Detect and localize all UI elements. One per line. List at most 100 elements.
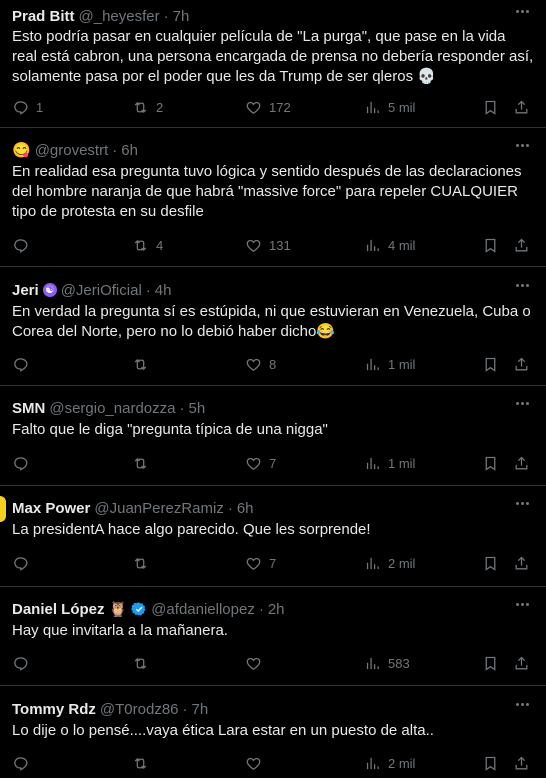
- user-handle[interactable]: @JuanPerezRamiz: [94, 500, 223, 517]
- share-button[interactable]: [513, 655, 530, 672]
- like-button[interactable]: 7: [245, 555, 276, 572]
- user-handle[interactable]: @JeriOficial: [61, 282, 142, 299]
- bookmark-button[interactable]: [482, 655, 499, 672]
- display-name[interactable]: Max Power: [12, 500, 90, 517]
- more-icon[interactable]: [512, 597, 532, 611]
- display-name[interactable]: Jeri: [12, 282, 39, 299]
- tweet[interactable]: Tommy Rdz @T0rodz86 · 7h Lo dije o lo pe…: [0, 686, 546, 778]
- bookmark-icon: [482, 755, 499, 772]
- view-count: 583: [388, 655, 410, 671]
- more-icon[interactable]: [512, 496, 532, 510]
- more-icon[interactable]: [512, 4, 532, 18]
- timestamp[interactable]: 4h: [155, 282, 172, 299]
- reply-button[interactable]: [12, 356, 29, 373]
- views-button[interactable]: 583: [364, 655, 410, 672]
- bookmark-icon: [482, 655, 499, 672]
- more-icon[interactable]: [512, 278, 532, 292]
- tweet-header: SMN @sergio_nardozza · 5h: [12, 398, 534, 418]
- bookmark-button[interactable]: [482, 555, 499, 572]
- like-button[interactable]: 131: [245, 237, 291, 254]
- user-handle[interactable]: @grovestrt: [35, 142, 109, 159]
- share-button[interactable]: [513, 99, 530, 116]
- reply-button[interactable]: [12, 455, 29, 472]
- bookmark-button[interactable]: [482, 755, 499, 772]
- more-icon[interactable]: [512, 138, 532, 152]
- like-icon: [245, 237, 262, 254]
- action-bar: 7 2 mil: [12, 553, 532, 573]
- like-button[interactable]: [245, 655, 262, 672]
- timestamp[interactable]: 6h: [237, 500, 254, 517]
- user-handle[interactable]: @_heyesfer: [79, 8, 160, 25]
- retweet-button[interactable]: 4: [132, 237, 163, 254]
- views-button[interactable]: 1 mil: [364, 356, 415, 373]
- bookmark-button[interactable]: [482, 356, 499, 373]
- views-button[interactable]: 4 mil: [364, 237, 415, 254]
- user-handle[interactable]: @T0rodz86: [100, 701, 179, 718]
- timestamp[interactable]: 7h: [192, 701, 209, 718]
- reply-button[interactable]: [12, 237, 29, 254]
- separator-dot: ·: [182, 700, 188, 718]
- views-button[interactable]: 5 mil: [364, 99, 415, 116]
- retweet-button[interactable]: [132, 555, 149, 572]
- display-name[interactable]: Daniel López: [12, 601, 105, 618]
- bookmark-button[interactable]: [482, 455, 499, 472]
- share-button[interactable]: [513, 755, 530, 772]
- like-icon: [245, 455, 262, 472]
- share-button[interactable]: [513, 455, 530, 472]
- tweet[interactable]: Max Power @JuanPerezRamiz · 6h La presid…: [0, 486, 546, 587]
- timestamp[interactable]: 2h: [268, 601, 285, 618]
- share-button[interactable]: [513, 356, 530, 373]
- timestamp[interactable]: 6h: [121, 142, 138, 159]
- bookmark-icon: [482, 555, 499, 572]
- tweet[interactable]: 😋 @grovestrt · 6h En realidad esa pregun…: [0, 128, 546, 267]
- like-button[interactable]: [245, 755, 262, 772]
- reply-button[interactable]: [12, 555, 29, 572]
- tweet[interactable]: Jeri ☯ @JeriOficial · 4h En verdad la pr…: [0, 267, 546, 386]
- tweet-header: 😋 @grovestrt · 6h: [12, 140, 534, 160]
- display-name[interactable]: Tommy Rdz: [12, 701, 96, 718]
- reply-button[interactable]: [12, 755, 29, 772]
- reply-icon: [12, 455, 29, 472]
- display-name[interactable]: SMN: [12, 400, 45, 417]
- views-icon: [364, 755, 381, 772]
- retweet-button[interactable]: 2: [132, 99, 163, 116]
- avatar[interactable]: [0, 496, 6, 522]
- like-button[interactable]: 8: [245, 356, 276, 373]
- retweet-button[interactable]: [132, 455, 149, 472]
- reply-feed: Prad Bitt @_heyesfer · 7h Esto podría pa…: [0, 0, 546, 778]
- views-button[interactable]: 1 mil: [364, 455, 415, 472]
- like-button[interactable]: 7: [245, 455, 276, 472]
- bookmark-button[interactable]: [482, 237, 499, 254]
- user-handle[interactable]: @afdaniellopez: [151, 601, 255, 618]
- share-button[interactable]: [513, 237, 530, 254]
- bookmark-button[interactable]: [482, 99, 499, 116]
- more-icon[interactable]: [512, 697, 532, 711]
- share-button[interactable]: [513, 555, 530, 572]
- retweet-button[interactable]: [132, 356, 149, 373]
- views-button[interactable]: 2 mil: [364, 755, 415, 772]
- view-count: 2 mil: [388, 755, 416, 771]
- reply-button[interactable]: 1: [12, 99, 43, 116]
- retweet-button[interactable]: [132, 755, 149, 772]
- more-icon[interactable]: [512, 396, 532, 410]
- share-icon: [513, 356, 530, 373]
- share-icon: [513, 99, 530, 116]
- tweet[interactable]: Prad Bitt @_heyesfer · 7h Esto podría pa…: [0, 0, 546, 128]
- display-name[interactable]: Prad Bitt: [12, 8, 75, 25]
- like-icon: [245, 356, 262, 373]
- share-icon: [513, 455, 530, 472]
- action-bar: 2 mil: [12, 753, 532, 773]
- timestamp[interactable]: 7h: [173, 8, 190, 25]
- tweet-header: Daniel López 🦉 @afdaniellopez · 2h: [12, 599, 534, 619]
- emoji-badge: ☯: [42, 283, 57, 297]
- reply-button[interactable]: [12, 655, 29, 672]
- user-handle[interactable]: @sergio_nardozza: [49, 400, 175, 417]
- retweet-button[interactable]: [132, 655, 149, 672]
- like-button[interactable]: 172: [245, 99, 291, 116]
- timestamp[interactable]: 5h: [188, 400, 205, 417]
- views-button[interactable]: 2 mil: [364, 555, 415, 572]
- tweet[interactable]: SMN @sergio_nardozza · 5h Falto que le d…: [0, 386, 546, 486]
- tweet[interactable]: Daniel López 🦉 @afdaniellopez · 2h Hay q…: [0, 587, 546, 686]
- views-icon: [364, 555, 381, 572]
- view-count: 5 mil: [388, 99, 416, 115]
